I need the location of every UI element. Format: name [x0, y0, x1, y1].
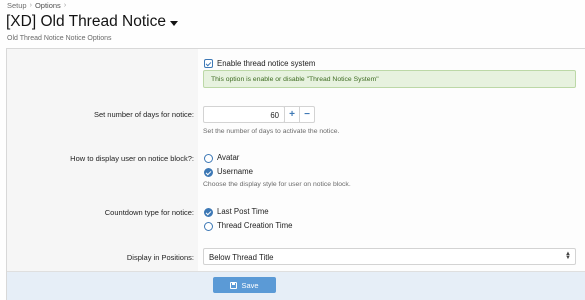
enable-notice-label[interactable]: Enable thread notice system: [217, 59, 315, 68]
plus-icon: +: [289, 109, 295, 120]
days-decrement-button[interactable]: −: [299, 106, 315, 123]
radio-last-post-time-label[interactable]: Last Post Time: [217, 207, 269, 216]
radio-avatar-label[interactable]: Avatar: [217, 153, 239, 162]
radio-thread-creation-time[interactable]: [204, 222, 213, 231]
display-user-label: How to display user on notice block?:: [70, 154, 194, 163]
days-increment-button[interactable]: +: [284, 106, 300, 123]
radio-username-label[interactable]: Username: [217, 167, 253, 176]
page-title[interactable]: [XD] Old Thread Notice: [6, 13, 178, 31]
breadcrumb-separator-icon: ›: [29, 2, 32, 9]
select-arrows-icon: ▲ ▼: [565, 251, 571, 261]
enable-notice-checkbox[interactable]: [204, 59, 213, 68]
options-panel: Enable thread notice system This option …: [6, 48, 585, 300]
checkmark-icon: [205, 169, 212, 175]
positions-select-value: Below Thread Title: [209, 253, 274, 262]
page-title-text: [XD] Old Thread Notice: [6, 13, 166, 30]
form-body: Enable thread notice system This option …: [7, 49, 585, 272]
breadcrumb-item-options[interactable]: Options: [35, 1, 61, 10]
minus-icon: −: [304, 109, 310, 120]
enable-notice-message: This option is enable or disable "Thread…: [203, 70, 576, 88]
save-button-label: Save: [241, 280, 259, 290]
radio-avatar[interactable]: [204, 154, 213, 163]
form-footer: Save: [7, 272, 585, 300]
days-input[interactable]: 60: [203, 106, 285, 123]
floppy-disk-icon: [230, 281, 238, 289]
positions-select[interactable]: Below Thread Title ▲ ▼: [203, 248, 576, 265]
countdown-label: Countdown type for notice:: [104, 208, 194, 217]
radio-username[interactable]: [204, 168, 213, 177]
page-description: Old Thread Notice Notice Options: [7, 35, 112, 42]
radio-thread-creation-time-label[interactable]: Thread Creation Time: [217, 221, 292, 230]
breadcrumb-item-setup[interactable]: Setup: [7, 1, 27, 10]
save-button[interactable]: Save: [213, 277, 276, 293]
breadcrumb-separator-icon: ›: [63, 2, 67, 9]
checkmark-icon: [205, 209, 212, 215]
checkmark-icon: [205, 60, 212, 66]
caret-down-icon[interactable]: [169, 20, 178, 26]
days-label: Set number of days for notice:: [93, 110, 194, 119]
breadcrumb: Setup › Options ›: [7, 1, 66, 10]
radio-last-post-time[interactable]: [204, 208, 213, 217]
display-user-hint: Choose the display style for user on not…: [203, 181, 351, 188]
days-hint: Set the number of days to activate the n…: [203, 128, 340, 135]
positions-label: Display in Positions:: [126, 253, 194, 262]
